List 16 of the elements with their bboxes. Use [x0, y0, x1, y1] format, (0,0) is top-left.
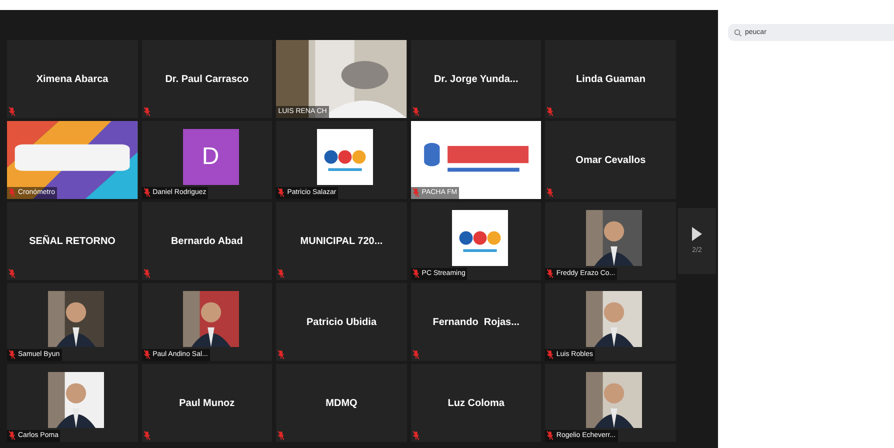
participant-name: Bernardo Abad — [170, 234, 243, 248]
participant-name: Linda Guaman — [576, 72, 646, 86]
participant-name: Dr. Jorge Yunda... — [434, 72, 518, 86]
search-icon — [734, 28, 742, 36]
participant-name: Luz Coloma — [448, 396, 504, 410]
participant-name: Omar Cevallos — [576, 154, 646, 168]
participant-name: Dr. Paul Carrasco — [165, 72, 249, 86]
participant-name: MUNICIPAL 720... — [300, 234, 383, 248]
participant-name: Patricio Ubidia — [306, 316, 376, 330]
participant-name: MDMQ — [326, 396, 358, 410]
participant-name: Fernando Rojas... — [432, 316, 520, 330]
participant-name: Ximena Abarca — [36, 72, 108, 86]
avatar: D — [182, 129, 239, 185]
participant-name: SEÑAL RETORNO — [29, 234, 116, 248]
play-arrow-icon — [691, 226, 703, 242]
participant-name: Paul Munoz — [179, 396, 235, 410]
